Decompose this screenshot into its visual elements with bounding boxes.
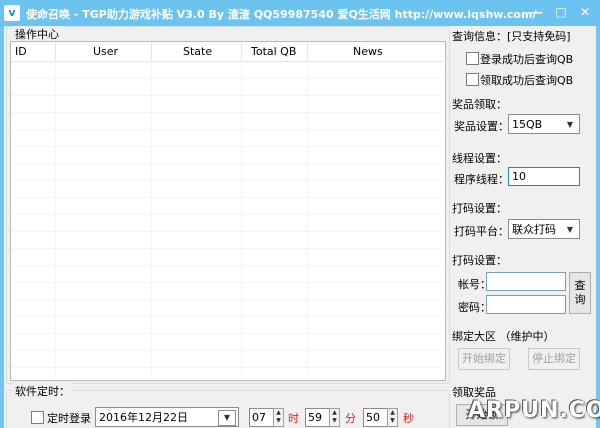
column-state[interactable]: State	[183, 45, 212, 58]
login-query-checkbox[interactable]	[466, 52, 479, 65]
minute-spinner[interactable]: ▲ ▼	[329, 408, 340, 427]
second-input[interactable]: 50	[363, 408, 389, 427]
column-divider	[55, 42, 56, 61]
column-total-qb[interactable]: Total QB	[251, 45, 296, 58]
date-picker[interactable]: 2016年12月22日 ▼	[95, 407, 239, 427]
timer-login-checkbox[interactable]	[31, 411, 44, 424]
grid-line	[55, 61, 56, 379]
date-value: 2016年12月22日	[99, 411, 188, 424]
grid-line	[11, 316, 443, 317]
grid-line	[11, 146, 443, 147]
prize-title: 奖品领取：	[452, 98, 507, 111]
hour-input[interactable]: 07	[249, 408, 275, 427]
grid-line	[11, 265, 443, 266]
account-input[interactable]	[486, 272, 566, 291]
column-divider	[241, 42, 242, 61]
second-unit: 秒	[403, 412, 414, 425]
hour-unit: 时	[288, 412, 299, 425]
maximize-button[interactable]: □	[550, 3, 572, 21]
hour-spinner[interactable]: ▲ ▼	[273, 408, 284, 427]
column-divider	[151, 42, 152, 61]
grid-line	[11, 112, 443, 113]
chevron-down-icon[interactable]: ▼	[218, 410, 236, 426]
schedule-legend: 软件定时：	[13, 383, 72, 399]
minute-input[interactable]: 59	[305, 408, 331, 427]
thread-title: 线程设置：	[452, 152, 507, 165]
prize-setting-label: 奖品设置：	[454, 120, 509, 133]
start-bind-button[interactable]: 开始绑定	[458, 348, 510, 370]
chevron-down-icon[interactable]: ▼	[563, 223, 577, 236]
timer-login-label: 定时登录	[47, 412, 91, 425]
password-input[interactable]	[486, 295, 566, 314]
grid-line	[11, 350, 443, 351]
prize-select[interactable]: 15QB ▼	[508, 114, 580, 134]
chevron-down-icon[interactable]: ▼	[563, 118, 577, 131]
stop-bind-button[interactable]: 停止绑定	[528, 348, 580, 370]
operations-legend: 操作中心	[13, 26, 61, 42]
app-icon: v	[4, 5, 20, 21]
grid-line	[151, 61, 152, 379]
captcha-platform-value: 联众打码	[512, 223, 556, 236]
prize-value: 15QB	[512, 118, 543, 131]
captcha-platform-label: 打码平台：	[454, 225, 509, 238]
client-area: 操作中心 ID User State Total QB News 软件定时： 定…	[4, 26, 596, 428]
grid-line	[11, 214, 443, 215]
captcha-title: 打码设置：	[452, 202, 507, 215]
captcha-platform-select[interactable]: 联众打码 ▼	[508, 219, 580, 239]
grid-line	[11, 299, 443, 300]
schedule-panel: 软件定时： 定时登录 2016年12月22日 ▼ 07 ▲ ▼ 时 59 ▲ ▼ 分…	[6, 383, 450, 428]
task-table[interactable]: ID User State Total QB News	[10, 41, 446, 381]
close-button[interactable]: ✕	[574, 3, 596, 21]
query-info-title: 查询信息：[只支持免码]	[452, 30, 571, 43]
login-query-label: 登录成功后查询QB	[480, 53, 574, 66]
grid-line	[11, 95, 443, 96]
app-window: v 使命召唤 - TGP助力游戏补贴 V3.0 By 渣渣 QQ59987540…	[0, 0, 600, 428]
column-user[interactable]: User	[93, 45, 118, 58]
grid-line	[307, 61, 308, 379]
grid-line	[11, 163, 443, 164]
grid-line	[11, 197, 443, 198]
table-header: ID User State Total QB News	[11, 42, 443, 62]
column-divider	[307, 42, 308, 61]
thread-count-input[interactable]: 10	[508, 167, 580, 186]
column-id[interactable]: ID	[15, 45, 27, 58]
claim-query-checkbox[interactable]	[466, 73, 479, 86]
column-news[interactable]: News	[353, 45, 383, 58]
grid-line	[11, 129, 443, 130]
title-bar[interactable]: v 使命召唤 - TGP助力游戏补贴 V3.0 By 渣渣 QQ59987540…	[0, 0, 600, 26]
grid-line	[241, 61, 242, 379]
bind-title: 绑定大区 （维护中）	[452, 330, 555, 343]
second-spinner[interactable]: ▲ ▼	[387, 408, 398, 427]
grid-line	[11, 78, 443, 79]
thread-label: 程序线程：	[454, 173, 509, 186]
grid-line	[11, 282, 443, 283]
grid-line	[11, 180, 443, 181]
grid-line	[11, 248, 443, 249]
watermark-logo: ARPUN.COM	[468, 398, 600, 423]
grid-line	[11, 231, 443, 232]
grid-line	[11, 367, 443, 368]
minute-unit: 分	[345, 412, 356, 425]
query-button[interactable]: 查询	[569, 272, 591, 314]
grid-line	[11, 333, 443, 334]
minimize-button[interactable]: —	[526, 3, 548, 21]
operations-panel: 操作中心 ID User State Total QB News	[6, 26, 450, 384]
captcha-account-title: 打码设置：	[452, 254, 507, 267]
window-title: 使命召唤 - TGP助力游戏补贴 V3.0 By 渣渣 QQ59987540 爱…	[26, 8, 537, 21]
claim-query-label: 领取成功后查询QB	[480, 74, 574, 87]
